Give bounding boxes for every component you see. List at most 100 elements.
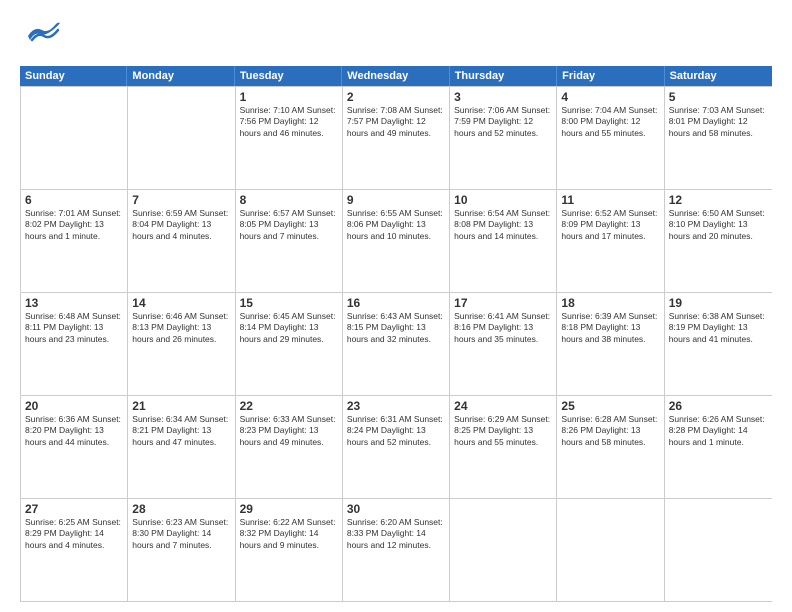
page: SundayMondayTuesdayWednesdayThursdayFrid… — [0, 0, 792, 612]
logo-icon — [20, 18, 64, 56]
empty-cell — [450, 499, 557, 601]
day-cell-15: 15Sunrise: 6:45 AM Sunset: 8:14 PM Dayli… — [236, 293, 343, 395]
calendar-row-1: 1Sunrise: 7:10 AM Sunset: 7:56 PM Daylig… — [21, 86, 772, 189]
day-cell-22: 22Sunrise: 6:33 AM Sunset: 8:23 PM Dayli… — [236, 396, 343, 498]
day-info: Sunrise: 6:38 AM Sunset: 8:19 PM Dayligh… — [669, 311, 768, 345]
day-info: Sunrise: 6:33 AM Sunset: 8:23 PM Dayligh… — [240, 414, 338, 448]
day-number: 28 — [132, 502, 230, 516]
day-info: Sunrise: 6:57 AM Sunset: 8:05 PM Dayligh… — [240, 208, 338, 242]
day-number: 2 — [347, 90, 445, 104]
day-number: 5 — [669, 90, 768, 104]
day-header-sunday: Sunday — [20, 66, 127, 86]
day-number: 24 — [454, 399, 552, 413]
day-cell-4: 4Sunrise: 7:04 AM Sunset: 8:00 PM Daylig… — [557, 87, 664, 189]
day-number: 21 — [132, 399, 230, 413]
day-number: 16 — [347, 296, 445, 310]
day-cell-1: 1Sunrise: 7:10 AM Sunset: 7:56 PM Daylig… — [236, 87, 343, 189]
day-info: Sunrise: 6:46 AM Sunset: 8:13 PM Dayligh… — [132, 311, 230, 345]
day-cell-12: 12Sunrise: 6:50 AM Sunset: 8:10 PM Dayli… — [665, 190, 772, 292]
calendar-row-3: 13Sunrise: 6:48 AM Sunset: 8:11 PM Dayli… — [21, 292, 772, 395]
day-number: 29 — [240, 502, 338, 516]
day-number: 9 — [347, 193, 445, 207]
day-cell-28: 28Sunrise: 6:23 AM Sunset: 8:30 PM Dayli… — [128, 499, 235, 601]
calendar-row-2: 6Sunrise: 7:01 AM Sunset: 8:02 PM Daylig… — [21, 189, 772, 292]
day-cell-11: 11Sunrise: 6:52 AM Sunset: 8:09 PM Dayli… — [557, 190, 664, 292]
day-number: 12 — [669, 193, 768, 207]
day-header-tuesday: Tuesday — [235, 66, 342, 86]
day-info: Sunrise: 7:01 AM Sunset: 8:02 PM Dayligh… — [25, 208, 123, 242]
day-cell-5: 5Sunrise: 7:03 AM Sunset: 8:01 PM Daylig… — [665, 87, 772, 189]
day-info: Sunrise: 7:06 AM Sunset: 7:59 PM Dayligh… — [454, 105, 552, 139]
header — [20, 18, 772, 56]
day-cell-17: 17Sunrise: 6:41 AM Sunset: 8:16 PM Dayli… — [450, 293, 557, 395]
day-info: Sunrise: 7:03 AM Sunset: 8:01 PM Dayligh… — [669, 105, 768, 139]
calendar-row-5: 27Sunrise: 6:25 AM Sunset: 8:29 PM Dayli… — [21, 498, 772, 601]
day-header-saturday: Saturday — [665, 66, 772, 86]
day-info: Sunrise: 6:50 AM Sunset: 8:10 PM Dayligh… — [669, 208, 768, 242]
day-number: 7 — [132, 193, 230, 207]
day-number: 20 — [25, 399, 123, 413]
day-number: 10 — [454, 193, 552, 207]
day-cell-29: 29Sunrise: 6:22 AM Sunset: 8:32 PM Dayli… — [236, 499, 343, 601]
day-cell-3: 3Sunrise: 7:06 AM Sunset: 7:59 PM Daylig… — [450, 87, 557, 189]
empty-cell — [128, 87, 235, 189]
day-number: 14 — [132, 296, 230, 310]
day-number: 27 — [25, 502, 123, 516]
day-number: 1 — [240, 90, 338, 104]
day-number: 30 — [347, 502, 445, 516]
day-info: Sunrise: 6:22 AM Sunset: 8:32 PM Dayligh… — [240, 517, 338, 551]
day-number: 17 — [454, 296, 552, 310]
day-number: 26 — [669, 399, 768, 413]
day-cell-23: 23Sunrise: 6:31 AM Sunset: 8:24 PM Dayli… — [343, 396, 450, 498]
day-cell-21: 21Sunrise: 6:34 AM Sunset: 8:21 PM Dayli… — [128, 396, 235, 498]
day-info: Sunrise: 6:39 AM Sunset: 8:18 PM Dayligh… — [561, 311, 659, 345]
day-info: Sunrise: 6:34 AM Sunset: 8:21 PM Dayligh… — [132, 414, 230, 448]
day-number: 13 — [25, 296, 123, 310]
day-cell-13: 13Sunrise: 6:48 AM Sunset: 8:11 PM Dayli… — [21, 293, 128, 395]
day-info: Sunrise: 6:43 AM Sunset: 8:15 PM Dayligh… — [347, 311, 445, 345]
day-number: 6 — [25, 193, 123, 207]
calendar-row-4: 20Sunrise: 6:36 AM Sunset: 8:20 PM Dayli… — [21, 395, 772, 498]
day-number: 22 — [240, 399, 338, 413]
day-number: 19 — [669, 296, 768, 310]
day-number: 18 — [561, 296, 659, 310]
day-cell-19: 19Sunrise: 6:38 AM Sunset: 8:19 PM Dayli… — [665, 293, 772, 395]
calendar-body: 1Sunrise: 7:10 AM Sunset: 7:56 PM Daylig… — [20, 86, 772, 602]
day-info: Sunrise: 6:36 AM Sunset: 8:20 PM Dayligh… — [25, 414, 123, 448]
day-header-monday: Monday — [127, 66, 234, 86]
day-header-thursday: Thursday — [450, 66, 557, 86]
day-number: 4 — [561, 90, 659, 104]
day-info: Sunrise: 6:28 AM Sunset: 8:26 PM Dayligh… — [561, 414, 659, 448]
day-info: Sunrise: 6:29 AM Sunset: 8:25 PM Dayligh… — [454, 414, 552, 448]
day-cell-30: 30Sunrise: 6:20 AM Sunset: 8:33 PM Dayli… — [343, 499, 450, 601]
day-info: Sunrise: 7:10 AM Sunset: 7:56 PM Dayligh… — [240, 105, 338, 139]
day-cell-6: 6Sunrise: 7:01 AM Sunset: 8:02 PM Daylig… — [21, 190, 128, 292]
empty-cell — [557, 499, 664, 601]
day-number: 3 — [454, 90, 552, 104]
day-cell-10: 10Sunrise: 6:54 AM Sunset: 8:08 PM Dayli… — [450, 190, 557, 292]
day-cell-20: 20Sunrise: 6:36 AM Sunset: 8:20 PM Dayli… — [21, 396, 128, 498]
empty-cell — [665, 499, 772, 601]
day-cell-7: 7Sunrise: 6:59 AM Sunset: 8:04 PM Daylig… — [128, 190, 235, 292]
day-info: Sunrise: 6:23 AM Sunset: 8:30 PM Dayligh… — [132, 517, 230, 551]
day-info: Sunrise: 6:31 AM Sunset: 8:24 PM Dayligh… — [347, 414, 445, 448]
day-info: Sunrise: 7:04 AM Sunset: 8:00 PM Dayligh… — [561, 105, 659, 139]
day-number: 11 — [561, 193, 659, 207]
day-cell-27: 27Sunrise: 6:25 AM Sunset: 8:29 PM Dayli… — [21, 499, 128, 601]
day-cell-26: 26Sunrise: 6:26 AM Sunset: 8:28 PM Dayli… — [665, 396, 772, 498]
calendar: SundayMondayTuesdayWednesdayThursdayFrid… — [20, 66, 772, 602]
day-info: Sunrise: 6:52 AM Sunset: 8:09 PM Dayligh… — [561, 208, 659, 242]
logo — [20, 18, 68, 56]
day-info: Sunrise: 6:55 AM Sunset: 8:06 PM Dayligh… — [347, 208, 445, 242]
day-header-friday: Friday — [557, 66, 664, 86]
day-cell-9: 9Sunrise: 6:55 AM Sunset: 8:06 PM Daylig… — [343, 190, 450, 292]
day-info: Sunrise: 6:25 AM Sunset: 8:29 PM Dayligh… — [25, 517, 123, 551]
day-info: Sunrise: 6:45 AM Sunset: 8:14 PM Dayligh… — [240, 311, 338, 345]
day-info: Sunrise: 6:54 AM Sunset: 8:08 PM Dayligh… — [454, 208, 552, 242]
day-number: 25 — [561, 399, 659, 413]
day-cell-16: 16Sunrise: 6:43 AM Sunset: 8:15 PM Dayli… — [343, 293, 450, 395]
empty-cell — [21, 87, 128, 189]
day-number: 23 — [347, 399, 445, 413]
day-info: Sunrise: 7:08 AM Sunset: 7:57 PM Dayligh… — [347, 105, 445, 139]
day-header-wednesday: Wednesday — [342, 66, 449, 86]
